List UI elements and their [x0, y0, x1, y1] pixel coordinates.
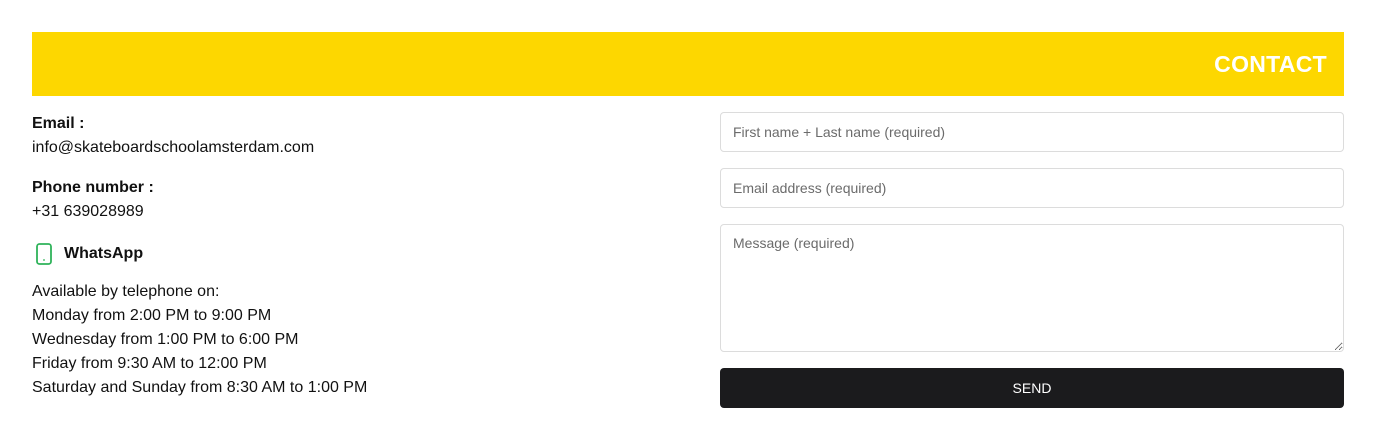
phone-value[interactable]: +31 639028989 — [32, 200, 672, 224]
email-value[interactable]: info@skateboardschoolamsterdam.com — [32, 136, 672, 160]
mobile-phone-icon — [32, 242, 56, 266]
whatsapp-link[interactable]: WhatsApp — [32, 240, 672, 268]
hours-line: Saturday and Sunday from 8:30 AM to 1:00… — [32, 379, 368, 396]
phone-label: Phone number : — [32, 179, 154, 196]
hours-line: Wednesday from 1:00 PM to 6:00 PM — [32, 331, 299, 348]
email-input[interactable] — [720, 168, 1344, 208]
contact-form: SEND — [720, 112, 1344, 408]
hours-line: Friday from 9:30 AM to 12:00 PM — [32, 355, 267, 372]
whatsapp-label: WhatsApp — [64, 245, 144, 262]
contact-info: Email : info@skateboardschoolamsterdam.c… — [32, 112, 672, 400]
page-title: CONTACT — [1214, 50, 1327, 77]
phone-block: Phone number : +31 639028989 — [32, 176, 672, 224]
message-textarea[interactable] — [720, 224, 1344, 352]
contact-banner: CONTACT — [32, 32, 1344, 96]
email-label: Email : — [32, 115, 85, 132]
email-block: Email : info@skateboardschoolamsterdam.c… — [32, 112, 672, 160]
name-input[interactable] — [720, 112, 1344, 152]
send-button[interactable]: SEND — [720, 368, 1344, 408]
availability-hours: Available by telephone on: Monday from 2… — [32, 280, 672, 400]
hours-line: Monday from 2:00 PM to 9:00 PM — [32, 307, 272, 324]
hours-line: Available by telephone on: — [32, 283, 220, 300]
